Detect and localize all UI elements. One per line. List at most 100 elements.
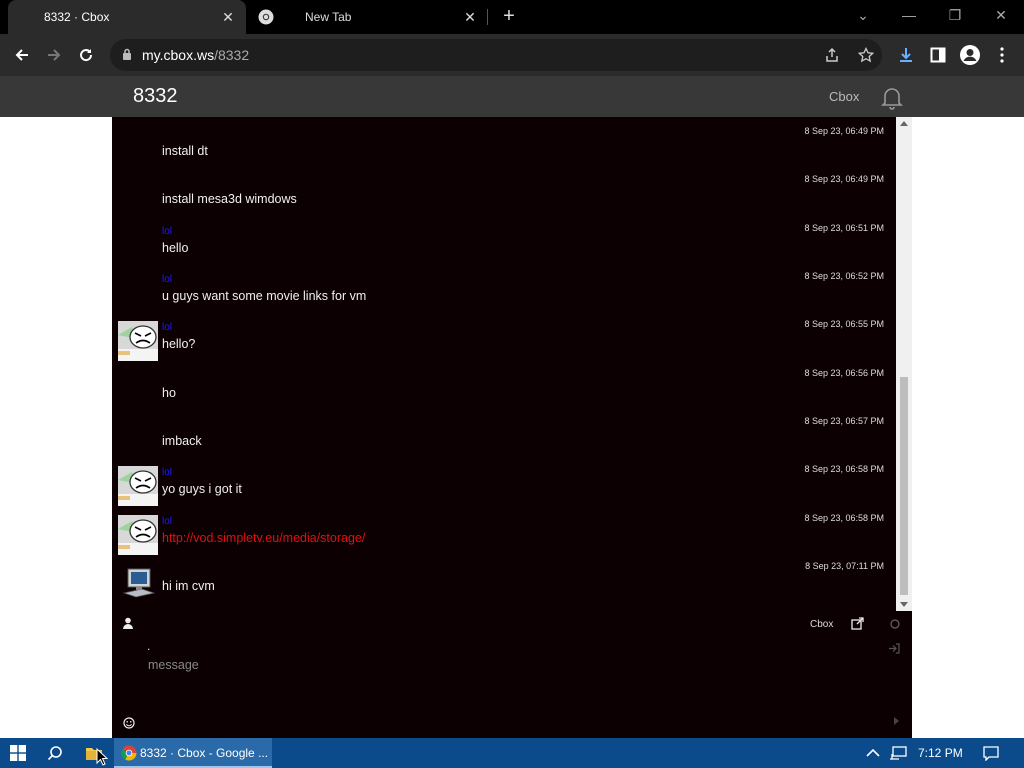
chat-message: ho 8 Sep 23, 06:56 PM	[112, 362, 896, 410]
chrome-logo-icon	[121, 745, 137, 761]
chat-message: lol yo guys i got it 8 Sep 23, 06:58 PM	[112, 458, 896, 507]
profile-avatar-icon	[960, 45, 980, 65]
message-username[interactable]: lol	[162, 467, 172, 478]
chat-message: install dt 8 Sep 23, 06:49 PM	[112, 120, 896, 168]
lock-icon[interactable]	[122, 48, 132, 61]
windows-logo-icon	[10, 745, 26, 761]
browser-tabstrip: 8332 · Cbox ✕ New Tab ✕ + ⌄ — ❐ ✕	[0, 0, 1024, 34]
bell-icon[interactable]	[879, 84, 905, 110]
mouse-cursor-icon	[96, 748, 108, 766]
message-link[interactable]: http://vod.simpletv.eu/media/storage/	[162, 531, 365, 545]
start-button[interactable]	[0, 738, 36, 768]
restore-button[interactable]: ❐	[932, 0, 978, 30]
tab-title: New Tab	[305, 10, 352, 24]
message-text: yo guys i got it	[162, 482, 242, 497]
taskbar-clock[interactable]: 7:12 PM	[918, 746, 963, 760]
message-username[interactable]: lol	[162, 322, 172, 333]
message-timestamp: 8 Sep 23, 06:58 PM	[804, 464, 884, 475]
search-icon	[47, 746, 62, 761]
message-timestamp: 8 Sep 23, 06:51 PM	[804, 222, 884, 233]
send-arrow-icon[interactable]	[894, 717, 899, 725]
taskbar-chrome-window[interactable]: 8332 · Cbox - Google ...	[114, 738, 272, 768]
message-text: u guys want some movie links for vm	[162, 289, 367, 304]
message-text: ho	[162, 385, 176, 400]
kebab-menu-icon	[1000, 47, 1004, 63]
message-timestamp: 8 Sep 23, 06:58 PM	[804, 512, 884, 523]
downloads-button[interactable]	[894, 43, 918, 67]
chat-message: imback 8 Sep 23, 06:57 PM	[112, 410, 896, 458]
message-timestamp: 8 Sep 23, 06:55 PM	[804, 319, 884, 330]
chat-message: hi im cvm 8 Sep 23, 07:11 PM	[112, 555, 896, 603]
url-path: /8332	[214, 47, 250, 63]
reload-button[interactable]	[74, 43, 98, 67]
message-timestamp: 8 Sep 23, 06:52 PM	[804, 271, 884, 282]
cbox-brand-link[interactable]: Cbox	[829, 89, 859, 104]
login-icon[interactable]	[888, 643, 900, 654]
message-text: hello?	[162, 337, 196, 352]
chat-message: lol hello 8 Sep 23, 06:51 PM	[112, 217, 896, 265]
name-field[interactable]: .	[147, 639, 150, 653]
file-explorer-button[interactable]	[76, 738, 112, 768]
side-panel-button[interactable]	[926, 43, 950, 67]
tab-cbox[interactable]: 8332 · Cbox ✕	[8, 0, 246, 34]
tab-new-tab[interactable]: New Tab ✕	[250, 0, 488, 34]
close-window-button[interactable]: ✕	[978, 0, 1024, 30]
reload-icon	[80, 49, 93, 62]
message-timestamp: 8 Sep 23, 07:11 PM	[805, 561, 884, 572]
chevron-up-icon[interactable]	[866, 747, 880, 759]
cbox-header: 8332 Cbox	[0, 76, 1024, 117]
message-text: imback	[162, 434, 202, 449]
chat-scrollbar[interactable]	[896, 117, 912, 611]
message-timestamp: 8 Sep 23, 06:49 PM	[804, 174, 884, 185]
notification-icon[interactable]	[983, 746, 999, 761]
scroll-thumb[interactable]	[900, 377, 908, 595]
message-text: hello	[162, 240, 189, 255]
close-tab-icon[interactable]: ✕	[220, 9, 236, 25]
new-tab-button[interactable]: +	[498, 5, 520, 27]
url-text: my.cbox.ws/8332	[142, 47, 249, 63]
message-timestamp: 8 Sep 23, 06:56 PM	[804, 367, 884, 378]
url-host: my.cbox.ws	[142, 47, 215, 63]
scroll-up-icon[interactable]	[900, 121, 908, 126]
forward-button[interactable]	[42, 43, 66, 67]
message-text: install mesa3d wimdows	[162, 192, 297, 207]
avatar	[118, 563, 158, 603]
message-input[interactable]: message	[148, 658, 848, 682]
minimize-button[interactable]: —	[886, 0, 932, 30]
message-text: install dt	[162, 144, 208, 158]
arrow-left-icon	[15, 49, 28, 61]
chat-message: lol http://vod.simpletv.eu/media/storage/…	[112, 507, 896, 555]
message-timestamp: 8 Sep 23, 06:57 PM	[804, 416, 884, 427]
taskbar-chrome-label: 8332 · Cbox - Google ...	[140, 746, 269, 760]
bookmark-star-icon[interactable]	[858, 47, 874, 63]
chat-panel: install dt 8 Sep 23, 06:49 PM install mesa…	[112, 117, 912, 738]
message-timestamp: 8 Sep 23, 06:49 PM	[804, 126, 884, 136]
cbox-footer-link[interactable]: Cbox	[810, 619, 833, 630]
message-username[interactable]: lol	[162, 516, 172, 527]
close-tab-icon[interactable]: ✕	[462, 9, 478, 25]
share-icon[interactable]	[824, 47, 840, 63]
tab-title: 8332 · Cbox	[44, 10, 110, 24]
external-link-icon[interactable]	[851, 617, 864, 630]
chat-message: lol hello? 8 Sep 23, 06:55 PM	[112, 313, 896, 362]
message-username[interactable]: lol	[162, 226, 172, 237]
page-title: 8332	[133, 85, 178, 107]
profile-button[interactable]	[958, 43, 982, 67]
chrome-favicon-icon	[258, 9, 274, 25]
address-bar[interactable]: my.cbox.ws/8332	[110, 39, 882, 71]
search-button[interactable]	[37, 738, 73, 768]
side-panel-icon	[930, 47, 946, 63]
status-circle-icon[interactable]	[890, 619, 900, 629]
scroll-down-icon[interactable]	[900, 602, 908, 607]
back-button[interactable]	[10, 43, 34, 67]
tab-search-icon[interactable]: ⌄	[840, 0, 886, 30]
network-icon[interactable]	[889, 746, 907, 760]
chrome-menu-button[interactable]	[990, 43, 1014, 67]
user-icon[interactable]	[123, 617, 133, 629]
message-username[interactable]: lol	[162, 274, 172, 285]
message-text: hi im cvm	[162, 579, 215, 594]
chat-message: install mesa3d wimdows 8 Sep 23, 06:49 PM	[112, 168, 896, 216]
windows-taskbar: 8332 · Cbox - Google ... 7:12 PM	[0, 738, 1024, 768]
emoji-icon[interactable]	[123, 717, 135, 729]
avatar	[118, 321, 158, 362]
